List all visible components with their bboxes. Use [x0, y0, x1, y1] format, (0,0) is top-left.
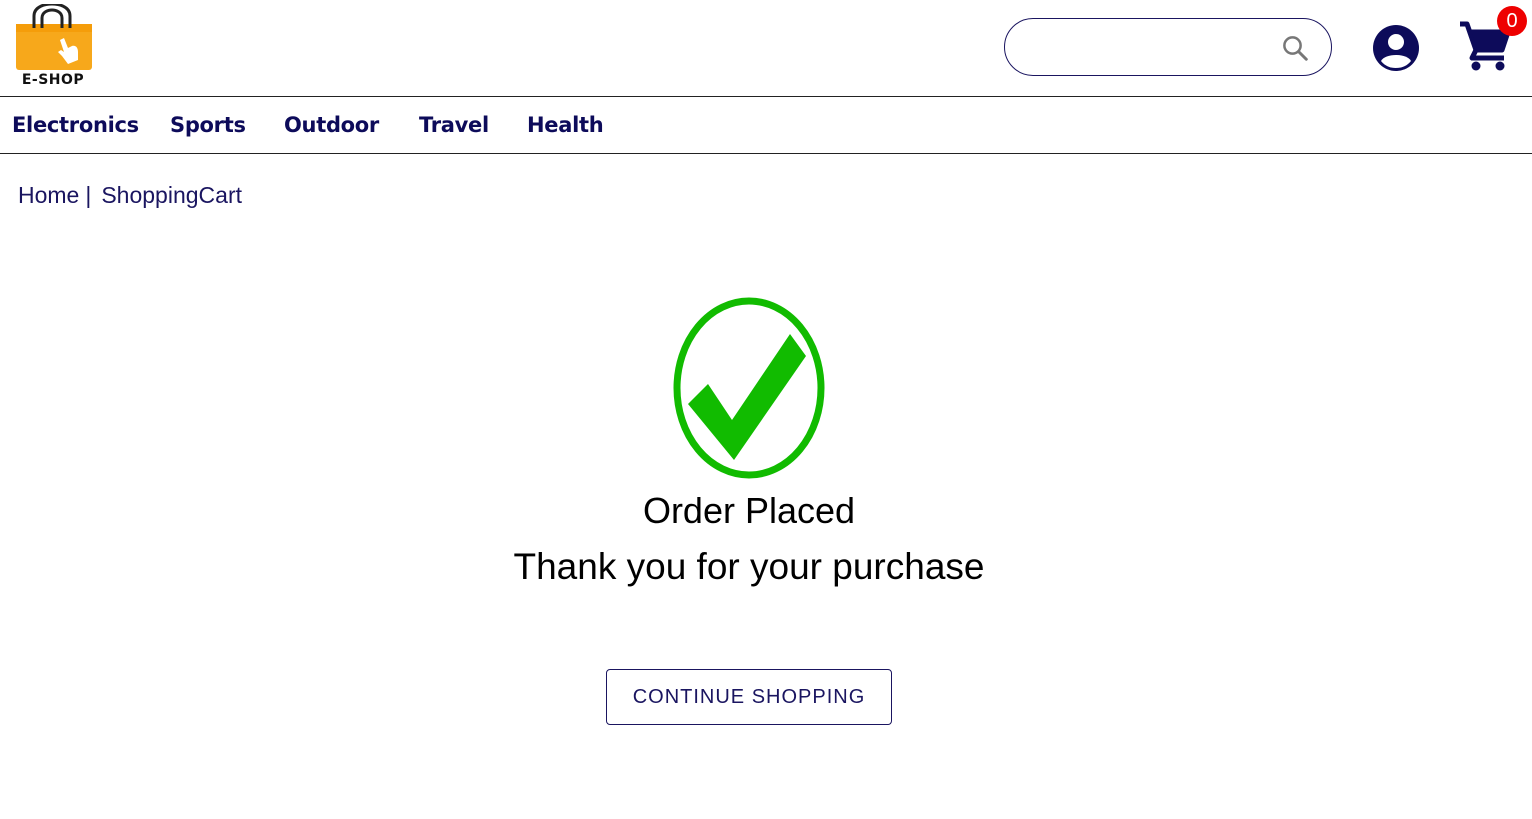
order-thank-you-text: Thank you for your purchase [513, 546, 985, 587]
site-logo[interactable]: E-SHOP [12, 2, 96, 90]
search-input[interactable] [1025, 31, 1279, 65]
account-circle-icon[interactable] [1372, 24, 1420, 72]
search-icon[interactable] [1280, 33, 1310, 63]
shopping-bag-icon [16, 2, 92, 70]
nav-item-travel[interactable]: Travel [419, 113, 489, 137]
site-header: E-SHOP 0 [0, 0, 1532, 97]
order-placed-title: Order Placed [642, 490, 856, 531]
breadcrumb-separator: | [85, 182, 92, 208]
breadcrumb-home[interactable]: Home [18, 182, 79, 208]
cart-count-badge: 0 [1497, 6, 1527, 36]
breadcrumb: Home | ShoppingCart [18, 182, 242, 209]
search-bar[interactable] [1004, 18, 1332, 76]
category-nav: Electronics Sports Outdoor Travel Health [0, 97, 1532, 154]
nav-item-electronics[interactable]: Electronics [12, 113, 139, 137]
nav-item-health[interactable]: Health [527, 113, 604, 137]
nav-item-sports[interactable]: Sports [170, 113, 246, 137]
breadcrumb-current[interactable]: ShoppingCart [101, 182, 242, 208]
logo-text: E-SHOP [21, 72, 85, 88]
continue-shopping-button[interactable]: CONTINUE SHOPPING [606, 669, 892, 725]
check-circle-icon [673, 297, 825, 479]
nav-item-outdoor[interactable]: Outdoor [284, 113, 379, 137]
